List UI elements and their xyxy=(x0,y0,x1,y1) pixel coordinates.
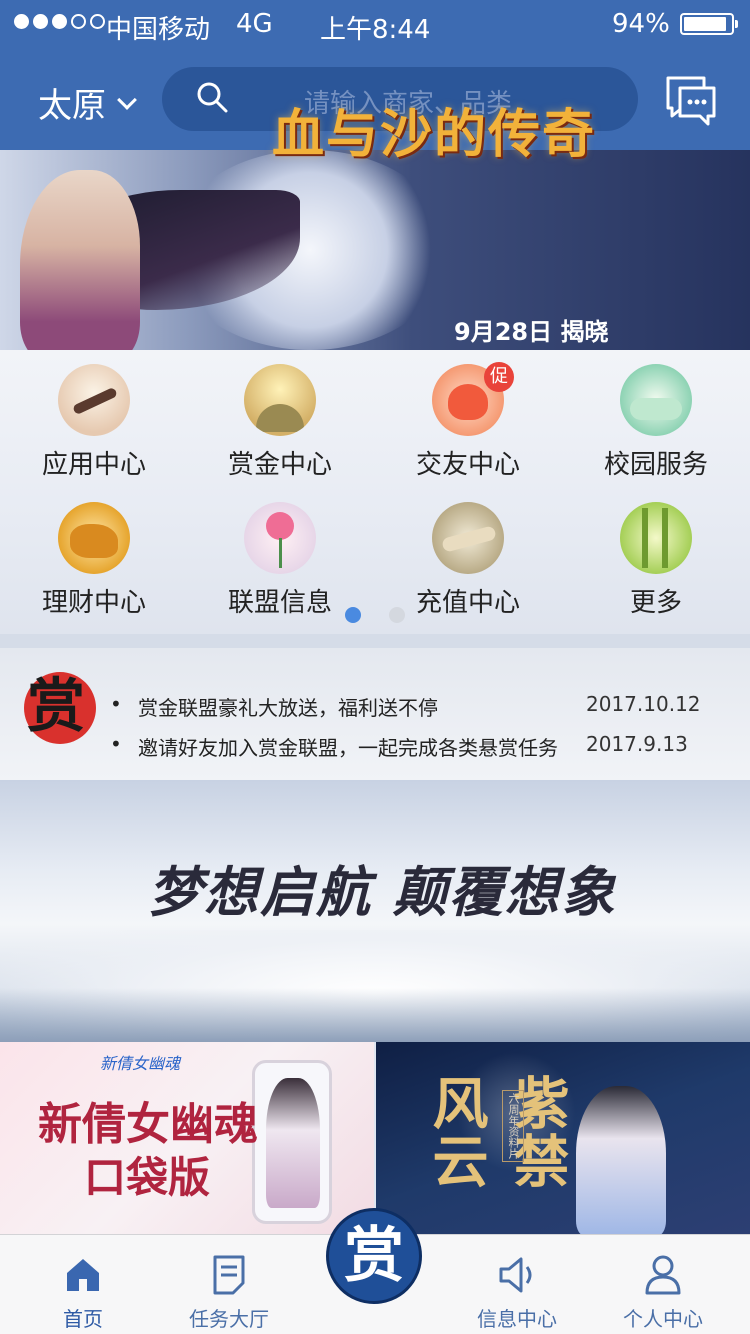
info-center-icon xyxy=(499,1257,532,1293)
grid-item-label: 赏金中心 xyxy=(227,450,332,480)
recharge-center-icon xyxy=(432,502,504,574)
task-hall-icon xyxy=(213,1255,245,1295)
banner-date: 9月28日 揭晓 xyxy=(454,318,609,346)
city-label: 太原 xyxy=(38,86,106,126)
bounty-seal-icon: 赏 xyxy=(24,672,96,744)
alliance-info-icon xyxy=(244,502,316,574)
app-center-icon xyxy=(58,364,130,436)
grid-item-label: 更多 xyxy=(629,588,682,618)
tab-task-hall[interactable]: 任务大厅 xyxy=(154,1253,304,1332)
network-type: 4G xyxy=(236,9,273,39)
tab-label: 任务大厅 xyxy=(189,1307,269,1331)
cityscape-art xyxy=(0,988,750,1042)
tab-profile[interactable]: 个人中心 xyxy=(588,1253,738,1332)
grid-item-recharge-center[interactable]: 充值中心 xyxy=(374,502,562,619)
notice-text: 赏金联盟豪礼大放送，福利送不停 xyxy=(138,696,438,720)
hero-banner[interactable] xyxy=(0,150,750,350)
tab-info-center[interactable]: 信息中心 xyxy=(442,1253,592,1332)
chevron-down-icon xyxy=(117,89,137,110)
tab-label: 个人中心 xyxy=(623,1307,703,1331)
banner-character-art xyxy=(20,170,140,350)
notice-date: 2017.10.12 xyxy=(586,692,701,716)
bullet: • xyxy=(110,692,122,716)
grid-item-friends-center[interactable]: 交友中心 xyxy=(374,364,562,481)
more-icon xyxy=(620,502,692,574)
grid-item-label: 校园服务 xyxy=(603,450,708,480)
notice-date: 2017.9.13 xyxy=(586,732,688,756)
grid-item-finance-center[interactable]: 理财中心 xyxy=(0,502,188,619)
promo-subtitle: 口袋版 xyxy=(84,1153,211,1202)
notice-board: 赏 • 赏金联盟豪礼大放送，福利送不停 2017.10.12 • 邀请好友加入赏… xyxy=(0,648,750,780)
battery-icon xyxy=(680,13,738,35)
notice-text: 邀请好友加入赏金联盟，一起完成各类悬赏任务 xyxy=(138,736,558,760)
grid-item-bounty-center[interactable]: 赏金中心 xyxy=(186,364,374,481)
carrier-name: 中国移动 xyxy=(106,15,211,45)
battery-percent: 94% xyxy=(612,9,670,39)
home-icon xyxy=(67,1259,99,1291)
tab-label: 信息中心 xyxy=(477,1307,557,1331)
promo-badge: 促 xyxy=(484,362,514,392)
promo-title: 新倩女幽魂 xyxy=(38,1099,258,1150)
grid-pager xyxy=(345,607,405,623)
banner-title: 血与沙的传奇 xyxy=(272,104,597,165)
tab-label: 首页 xyxy=(63,1307,103,1331)
search-icon xyxy=(197,82,228,113)
signal-strength-icon xyxy=(14,14,105,29)
character-art xyxy=(266,1078,320,1208)
campus-service-icon xyxy=(620,364,692,436)
grid-item-app-center[interactable]: 应用中心 xyxy=(0,364,188,481)
game-logo: 新倩女幽魂 xyxy=(100,1054,181,1073)
promo-subtitle: 六周年资料片 xyxy=(502,1090,524,1162)
promo-title: 紫禁风云 xyxy=(423,1074,570,1190)
pager-dot-active[interactable] xyxy=(345,607,361,623)
pager-dot[interactable] xyxy=(389,607,405,623)
grid-item-label: 理财中心 xyxy=(41,588,146,618)
city-selector[interactable]: 太原 xyxy=(38,78,137,127)
finance-center-icon xyxy=(58,502,130,574)
promo-card-right[interactable]: 紫禁风云 六周年资料片 xyxy=(376,1042,750,1234)
seal-char: 赏 xyxy=(26,672,85,740)
section-divider xyxy=(0,634,750,648)
grid-item-label: 交友中心 xyxy=(415,450,520,480)
center-bounty-button[interactable]: 赏 xyxy=(326,1208,422,1304)
character-art xyxy=(576,1086,666,1234)
message-icon[interactable] xyxy=(664,74,718,126)
status-time: 上午8:44 xyxy=(320,15,431,45)
slogan-text: 梦想启航 颠覆想象 xyxy=(148,860,617,924)
grid-item-campus-service[interactable]: 校园服务 xyxy=(562,364,750,481)
promo-card-left[interactable]: 新倩女幽魂 新倩女幽魂 口袋版 xyxy=(0,1042,374,1234)
bullet: • xyxy=(110,732,122,756)
grid-item-alliance-info[interactable]: 联盟信息 xyxy=(186,502,374,619)
profile-icon xyxy=(645,1255,681,1295)
tab-home[interactable]: 首页 xyxy=(8,1253,158,1332)
grid-item-label: 应用中心 xyxy=(41,450,146,480)
grid-item-more[interactable]: 更多 xyxy=(562,502,750,619)
bounty-center-icon xyxy=(244,364,316,436)
status-bar: 中国移动 4G 上午8:44 94% xyxy=(0,0,750,50)
